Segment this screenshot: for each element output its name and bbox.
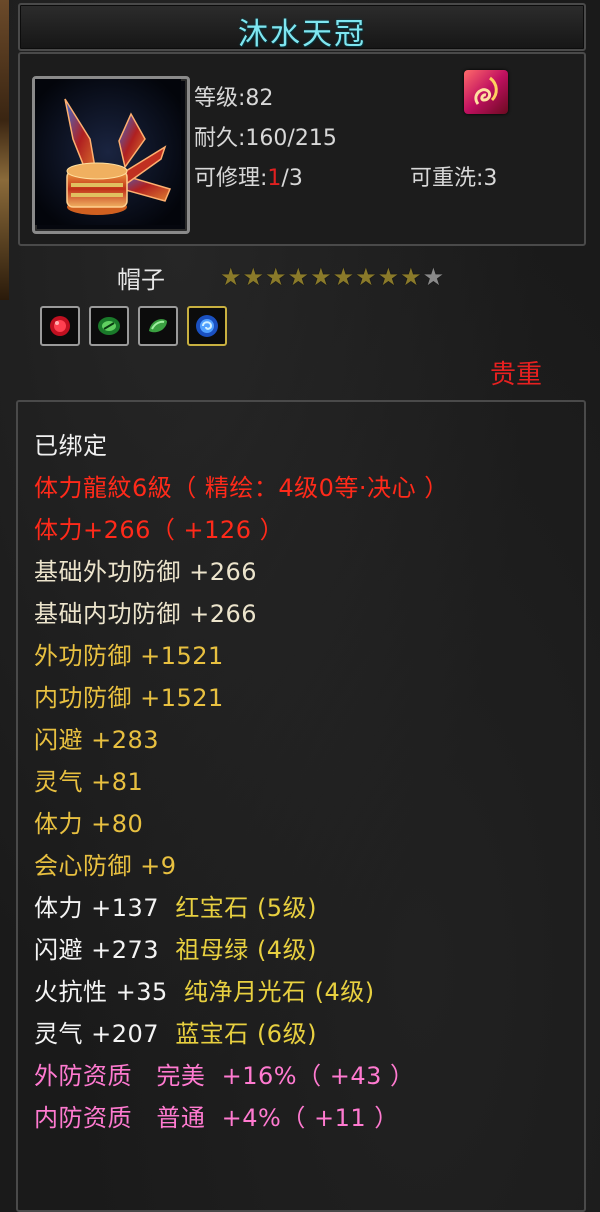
emerald-gem-icon	[98, 317, 120, 335]
quality-grade: 完美	[156, 1062, 206, 1090]
gem-slot-1[interactable]	[40, 306, 80, 346]
gem-name: 红宝石 (5级)	[175, 894, 317, 922]
dragon-pattern-attribute: 体力龍紋6級（ 精绘：4级0等·决心 ）	[34, 474, 449, 502]
gem-stat: 闪避 +273	[34, 936, 160, 964]
bound-status: 已绑定	[34, 432, 108, 460]
gem-stat: 体力 +137	[34, 894, 160, 922]
durability-label: 耐久:	[194, 126, 246, 151]
title-bar: 沐水天冠	[18, 3, 586, 52]
repair-stat: 可修理:1/3	[194, 160, 303, 192]
filled-star-icon: ★	[242, 263, 265, 291]
gem-slot-3[interactable]	[138, 306, 178, 346]
quality-row: 外防资质 完美 +16%（ +43 ）	[34, 1056, 415, 1091]
stamina-stat: 体力 +80	[34, 810, 144, 838]
durability-value: 160/215	[245, 126, 337, 151]
filled-star-icon: ★	[265, 263, 287, 291]
repair-current: 1	[267, 166, 282, 191]
quality-grade: 普通	[156, 1104, 206, 1132]
level-value: 82	[245, 86, 274, 111]
filled-star-icon: ★	[287, 263, 310, 291]
sapphire-gem-icon	[196, 315, 218, 337]
quality-label: 外防资质	[34, 1062, 132, 1090]
item-type: 帽子	[117, 266, 165, 294]
base-outer-defense: 基础外功防御 +266	[34, 558, 258, 586]
filled-star-icon: ★	[355, 263, 377, 291]
flame-buff-icon[interactable]	[464, 70, 508, 114]
gem-attribute-row: 火抗性 +35 纯净月光石 (4级)	[34, 972, 375, 1007]
quality-label: 内防资质	[34, 1104, 132, 1132]
jade-gem-icon	[149, 319, 167, 333]
filled-star-icon: ★	[310, 263, 332, 291]
filled-star-icon: ★	[400, 263, 422, 291]
outer-defense: 外功防御 +1521	[34, 642, 224, 670]
gem-name: 祖母绿 (4级)	[175, 936, 317, 964]
rewash-label: 可重洗:	[410, 166, 484, 191]
dodge-stat: 闪避 +283	[34, 726, 160, 754]
gem-slots	[40, 306, 227, 346]
filled-star-icon: ★	[332, 263, 355, 291]
crit-defense-stat: 会心防御 +9	[34, 852, 177, 880]
spirit-stat: 灵气 +81	[34, 768, 144, 796]
crown-hat-icon	[35, 79, 181, 225]
gem-stat: 火抗性 +35	[34, 978, 168, 1006]
gem-attribute-row: 体力 +137 红宝石 (5级)	[34, 888, 317, 923]
gem-stat: 灵气 +207	[34, 1020, 160, 1048]
gem-name: 纯净月光石 (4级)	[184, 978, 375, 1006]
gem-slot-4[interactable]	[187, 306, 227, 346]
item-icon-frame	[32, 76, 190, 234]
quality-bonus: +16%（ +43 ）	[221, 1062, 415, 1090]
empty-star-icon: ★	[422, 263, 445, 291]
ruby-gem-icon	[50, 316, 70, 336]
level-stat: 等级:82	[194, 80, 273, 112]
level-label: 等级:	[194, 86, 246, 111]
gem-attribute-row: 闪避 +273 祖母绿 (4级)	[34, 930, 317, 965]
gem-name: 蓝宝石 (6级)	[175, 1020, 317, 1048]
gem-slot-2[interactable]	[89, 306, 129, 346]
item-info-panel: 等级:82 耐久:160/215 可修理:1/3 可重洗:3	[18, 52, 586, 246]
quality-bonus: +4%（ +11 ）	[221, 1104, 399, 1132]
rewash-stat: 可重洗:3	[410, 160, 497, 192]
filled-star-icon: ★	[377, 263, 400, 291]
flame-swirl-icon	[474, 76, 498, 105]
item-tooltip: 沐水天冠 等级:82 耐久:160/215 可修理:1/3 可重洗:3 帽子 ★…	[0, 0, 600, 1212]
base-inner-defense: 基础内功防御 +266	[34, 600, 258, 628]
rewash-value: 3	[483, 166, 498, 191]
stamina-bonus-attribute: 体力+266（ +126 ）	[34, 516, 285, 544]
repair-total: /3	[281, 166, 303, 191]
inner-defense: 内功防御 +1521	[34, 684, 224, 712]
star-rating: ★ ★ ★ ★ ★ ★ ★ ★ ★ ★	[220, 264, 444, 290]
rarity-label: 贵重	[490, 360, 543, 390]
item-name: 沐水天冠	[238, 17, 366, 52]
quality-row: 内防资质 普通 +4%（ +11 ）	[34, 1098, 399, 1133]
gem-attribute-row: 灵气 +207 蓝宝石 (6级)	[34, 1014, 317, 1049]
durability-stat: 耐久:160/215	[194, 120, 337, 152]
repair-label: 可修理:	[194, 166, 268, 191]
filled-star-icon: ★	[220, 263, 242, 291]
window-edge-decoration	[0, 0, 9, 300]
